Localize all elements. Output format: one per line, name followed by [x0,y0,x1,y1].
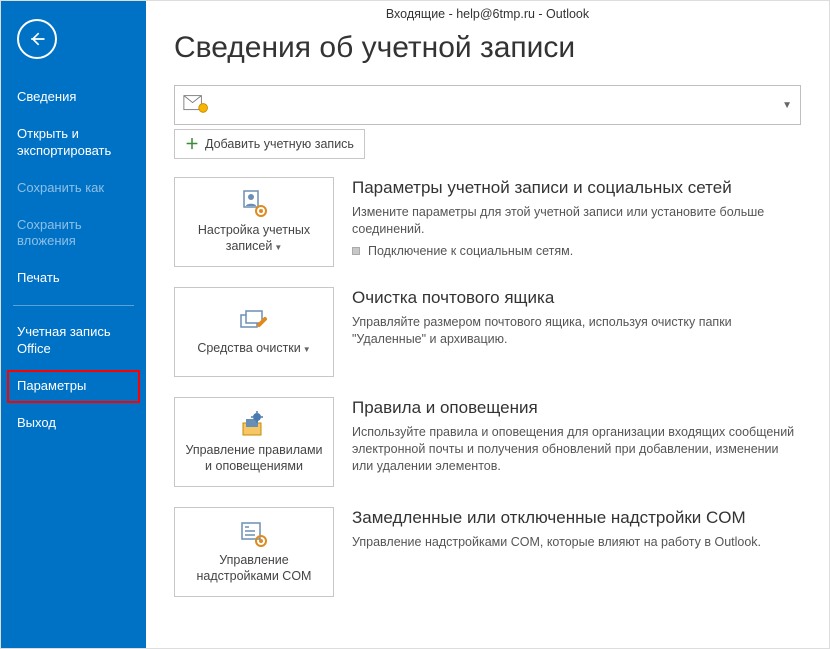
mailbox-icon [183,93,211,117]
desc-account-settings: Параметры учетной записи и социальных се… [352,177,801,258]
heading-com: Замедленные или отключенные надстройки C… [352,507,801,528]
rules-icon [237,409,271,439]
nav-options[interactable]: Параметры [1,368,146,405]
sidebar: Сведения Открыть и экспортировать Сохран… [1,1,146,648]
nav-exit[interactable]: Выход [1,405,146,442]
tile-com-addins[interactable]: Управление надстройками COM [174,507,334,597]
text-cleanup: Управляйте размером почтового ящика, исп… [352,314,801,348]
row-rules: Управление правилами и оповещениями Прав… [174,397,801,487]
nav-open-export[interactable]: Открыть и экспортировать [1,116,146,170]
back-arrow-icon [27,29,47,49]
back-button[interactable] [17,19,57,59]
window-title: Входящие - help@6tmp.ru - Outlook [174,7,801,21]
plus-icon: ＋ [185,134,199,154]
tile-cleanup[interactable]: Средства очистки▼ [174,287,334,377]
nav-office-account[interactable]: Учетная запись Office [1,314,146,368]
tile-cleanup-label: Средства очистки▼ [197,341,310,357]
desc-com: Замедленные или отключенные надстройки C… [352,507,801,551]
addins-icon [237,519,271,549]
row-account-settings: Настройка учетных записей▼ Параметры уче… [174,177,801,267]
app-root: Сведения Открыть и экспортировать Сохран… [0,0,830,649]
tile-account-settings-label: Настройка учетных записей▼ [181,223,327,254]
nav-save-attachments[interactable]: Сохранить вложения [1,207,146,261]
add-account-label: Добавить учетную запись [205,137,354,151]
cleanup-icon [237,307,271,337]
nav-info[interactable]: Сведения [1,79,146,116]
add-account-button[interactable]: ＋ Добавить учетную запись [174,129,365,159]
sub-social: Подключение к социальным сетям. [352,244,801,258]
account-selector[interactable]: ▼ [174,85,801,125]
tile-rules-label: Управление правилами и оповещениями [181,443,327,474]
tile-com-label: Управление надстройками COM [181,553,327,584]
page-title: Сведения об учетной записи [174,31,801,65]
heading-cleanup: Очистка почтового ящика [352,287,801,308]
text-com: Управление надстройками COM, которые вли… [352,534,801,551]
user-gear-icon [237,189,271,219]
nav-divider [13,305,134,306]
row-cleanup: Средства очистки▼ Очистка почтового ящик… [174,287,801,377]
heading-account-settings: Параметры учетной записи и социальных се… [352,177,801,198]
row-com: Управление надстройками COM Замедленные … [174,507,801,597]
tile-rules[interactable]: Управление правилами и оповещениями [174,397,334,487]
nav-save-as[interactable]: Сохранить как [1,170,146,207]
chevron-down-icon: ▼ [782,100,792,111]
heading-rules: Правила и оповещения [352,397,801,418]
text-account-settings: Измените параметры для этой учетной запи… [352,204,801,238]
tiles-container: Настройка учетных записей▼ Параметры уче… [174,177,801,597]
text-rules: Используйте правила и оповещения для орг… [352,424,801,475]
desc-cleanup: Очистка почтового ящика Управляйте разме… [352,287,801,348]
desc-rules: Правила и оповещения Используйте правила… [352,397,801,475]
nav-print[interactable]: Печать [1,260,146,297]
main-content: Входящие - help@6tmp.ru - Outlook Сведен… [146,1,829,648]
tile-account-settings[interactable]: Настройка учетных записей▼ [174,177,334,267]
bullet-icon [352,247,360,255]
